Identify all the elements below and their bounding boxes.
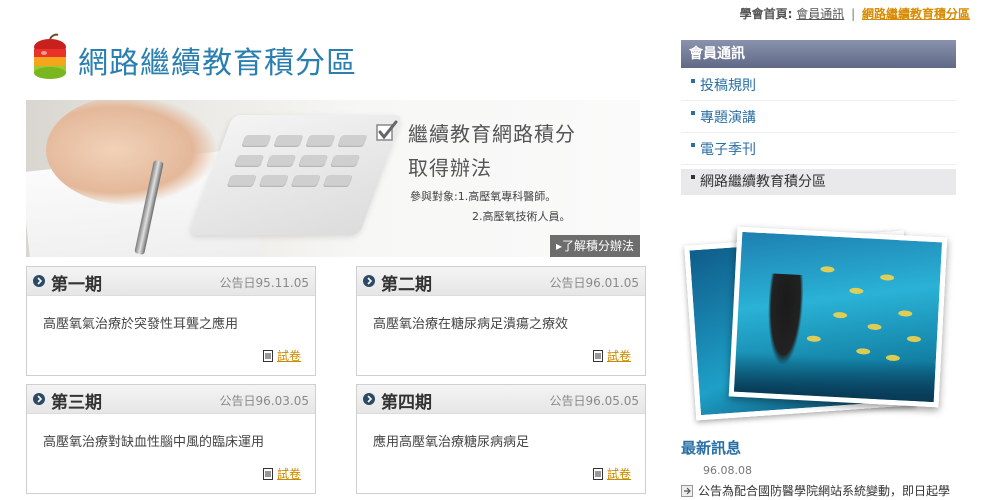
sidebar-divider [681, 132, 956, 133]
circle-arrow-icon [33, 393, 45, 405]
period-card-2: 第二期 公告日96.01.05 高壓氧治療在糖尿病足潰瘍之療效 試卷 [356, 266, 646, 376]
period-card-header: 第二期 公告日96.01.05 [357, 267, 645, 296]
learn-credit-rules-button[interactable]: ▸了解積分辦法 [549, 235, 640, 257]
document-icon [262, 468, 273, 480]
breadcrumb: 學會首頁: 會員通訊 | 網路繼續教育積分區 [740, 5, 970, 22]
learn-credit-rules-label: 了解積分辦法 [561, 239, 634, 253]
news-item[interactable]: 公告為配合國防醫學院網站系統變動，即日起學 [681, 482, 961, 499]
announce-date: 公告日96.03.05 [219, 394, 309, 408]
sidebar-item-label: 投稿規則 [700, 78, 756, 94]
sidebar-header: 會員通訊 [681, 40, 956, 68]
sidebar-item-lectures[interactable]: 專題演講 [681, 105, 956, 131]
banner-target-line2: 2.高壓氧技術人員。 [472, 210, 571, 223]
banner-title-line2: 取得辦法 [408, 156, 492, 180]
period-name: 第二期 [381, 275, 432, 295]
exam-link[interactable]: 試卷 [262, 465, 301, 482]
exam-link[interactable]: 試卷 [592, 347, 631, 364]
announce-date: 公告日96.05.05 [549, 394, 639, 408]
breadcrumb-prefix: 學會首頁: [739, 7, 793, 21]
breadcrumb-link-member-news[interactable]: 會員通訊 [796, 7, 844, 21]
sidebar-item-label: 電子季刊 [700, 142, 756, 158]
sidebar-item-label: 專題演講 [700, 110, 756, 126]
breadcrumb-link-current[interactable]: 網路繼續教育積分區 [862, 7, 970, 21]
news-date: 96.08.08 [703, 464, 752, 477]
bullet-icon [691, 143, 695, 147]
diver-figure [765, 273, 805, 366]
banner-target-line1: 參與對象:1.高壓氧專科醫師。 [410, 190, 557, 203]
announce-date: 公告日96.01.05 [549, 276, 639, 290]
exam-label: 試卷 [606, 467, 631, 481]
period-name: 第一期 [51, 275, 102, 295]
period-topic: 高壓氧治療在糖尿病足潰瘍之療效 [373, 317, 569, 332]
period-name: 第四期 [381, 393, 432, 413]
period-name: 第三期 [51, 393, 102, 413]
exam-label: 試卷 [276, 349, 301, 363]
news-item-label: 公告為配合國防醫學院網站系統變動，即日起學 [698, 484, 951, 498]
bullet-icon [691, 79, 695, 83]
period-card-header: 第三期 公告日96.03.05 [27, 385, 315, 414]
sidebar-divider [681, 100, 956, 101]
circle-arrow-icon [363, 275, 375, 287]
period-card-header: 第一期 公告日95.11.05 [27, 267, 315, 296]
period-card-1: 第一期 公告日95.11.05 高壓氧氣治療於突發性耳聾之應用 試卷 [26, 266, 316, 376]
period-card-3: 第三期 公告日96.03.05 高壓氧治療對缺血性腦中風的臨床運用 試卷 [26, 384, 316, 494]
reef-shape [733, 351, 936, 403]
period-card-4: 第四期 公告日96.05.05 應用高壓氧治療糖尿病病足 試卷 [356, 384, 646, 494]
circle-arrow-icon [33, 275, 45, 287]
document-icon [592, 468, 603, 480]
sidebar-item-online-credits[interactable]: 網路繼續教育積分區 [681, 169, 956, 195]
apple-logo-icon [34, 33, 66, 79]
period-topic: 高壓氧治療對缺血性腦中風的臨床運用 [43, 435, 265, 450]
banner-calculator-image [189, 115, 403, 235]
sidebar-divider [681, 164, 956, 165]
sidebar-item-submission-rules[interactable]: 投稿規則 [681, 73, 956, 99]
checkbox-check-icon [376, 120, 398, 141]
sidebar-item-quarterly[interactable]: 電子季刊 [681, 137, 956, 163]
bullet-icon [691, 175, 695, 179]
exam-link[interactable]: 試卷 [592, 465, 631, 482]
sidebar-item-label: 網路繼續教育積分區 [700, 174, 826, 190]
bullet-icon [691, 111, 695, 115]
announce-date: 公告日95.11.05 [219, 276, 309, 290]
news-title: 最新訊息 [681, 439, 742, 457]
period-topic: 高壓氧氣治療於突發性耳聾之應用 [43, 317, 239, 332]
arrow-box-icon [681, 485, 693, 497]
document-icon [262, 350, 273, 362]
circle-arrow-icon [363, 393, 375, 405]
exam-label: 試卷 [606, 349, 631, 363]
banner-hand-image [46, 100, 216, 205]
page-title: 網路繼續教育積分區 [78, 46, 357, 81]
exam-link[interactable]: 試卷 [262, 347, 301, 364]
banner: 繼續教育網路積分 取得辦法 參與對象:1.高壓氧專科醫師。 2.高壓氧技術人員。… [26, 100, 640, 257]
document-icon [592, 350, 603, 362]
period-topic: 應用高壓氧治療糖尿病病足 [373, 435, 530, 450]
aquarium-photo-diver [728, 226, 948, 408]
period-card-header: 第四期 公告日96.05.05 [357, 385, 645, 414]
breadcrumb-separator: | [851, 7, 856, 21]
banner-title-line1: 繼續教育網路積分 [408, 122, 576, 146]
exam-label: 試卷 [276, 467, 301, 481]
